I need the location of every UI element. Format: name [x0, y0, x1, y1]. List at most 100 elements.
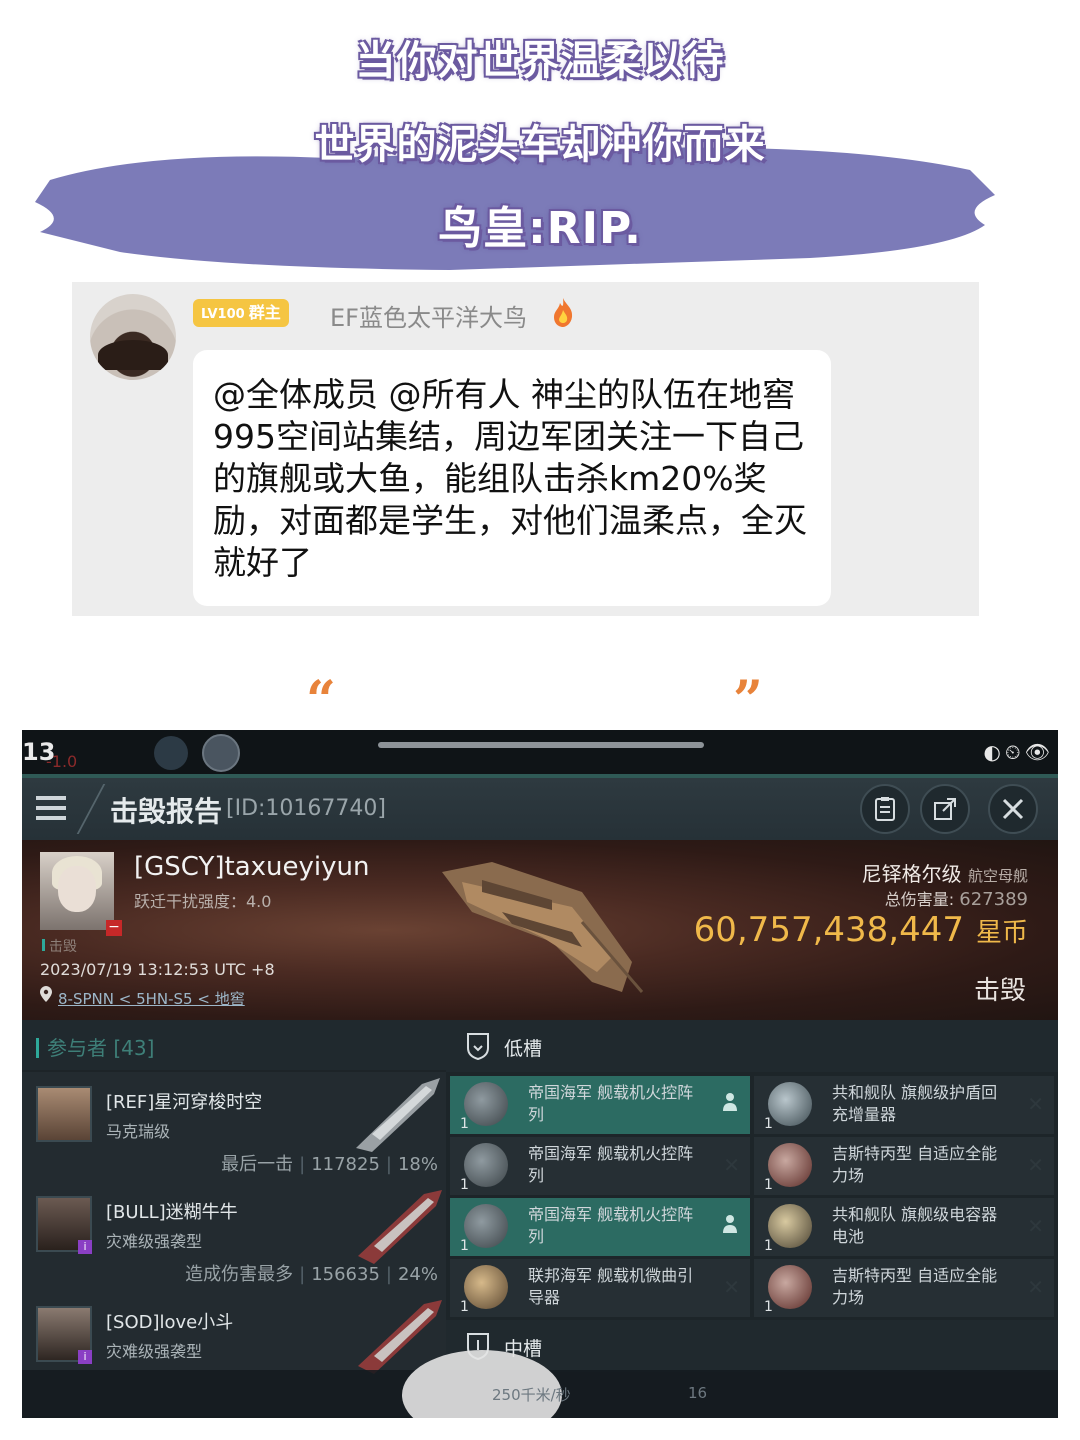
ship-thumbnail: [358, 1190, 442, 1264]
participant-ship: 灾难级强袭型: [106, 1232, 203, 1251]
open-quote: “: [306, 670, 336, 731]
status-medal-icon: [202, 734, 240, 772]
user-avatar[interactable]: [90, 294, 176, 380]
stat-damage: 117825: [311, 1154, 380, 1175]
page: 当你对世界温柔以待 世界的泥头车却冲你而来 鸟皇:RIP. LV100 群主 EF…: [0, 0, 1080, 1440]
destroyed-x-icon: ✕: [723, 1153, 740, 1177]
stat-percent: 18%: [397, 1154, 438, 1175]
menu-icon[interactable]: [36, 796, 66, 820]
participant-name: [SOD]love小斗: [106, 1312, 234, 1333]
isk-amount: 60,757,438,447: [693, 910, 964, 950]
stat-damage: 156635: [311, 1264, 380, 1285]
destroyed-x-icon: ✕: [723, 1275, 740, 1299]
game-bottom-bar: 250千米/秒 16: [22, 1350, 1058, 1418]
module-item[interactable]: 1 吉斯特丙型 自适应全能力场 ✕: [754, 1137, 1054, 1195]
location-pin-icon: [40, 986, 52, 1002]
module-qty: 1: [764, 1238, 773, 1254]
bottom-number: 16: [688, 1384, 708, 1402]
module-item[interactable]: 1 帝国海军 舰载机火控阵列 ✕: [450, 1137, 750, 1195]
drag-handle[interactable]: [378, 742, 704, 748]
module-item[interactable]: 1 吉斯特丙型 自适应全能力场 ✕: [754, 1259, 1054, 1317]
speed-readout: 250千米/秒: [492, 1386, 571, 1404]
participant-name: [REF]星河穿梭时空: [106, 1092, 263, 1113]
location-link[interactable]: 8-SPNN < 5HN-S5 < 地窖: [58, 988, 245, 1009]
low-slot-header[interactable]: 低槽: [446, 1020, 1058, 1072]
participant-row[interactable]: [REF]星河穿梭时空 马克瑞级 最后一击 | 117825 | 18%: [22, 1072, 446, 1184]
destroyed-x-icon: ✕: [1027, 1153, 1044, 1177]
module-name: 共和舰队 旗舰级护盾回充增量器: [832, 1083, 998, 1124]
module-name: 帝国海军 舰载机火控阵列: [528, 1083, 694, 1124]
title-separator: [76, 784, 106, 834]
currency: 星币: [975, 918, 1028, 948]
person-icon: [723, 1215, 737, 1233]
shield-recharger-icon: [768, 1082, 812, 1126]
module-item[interactable]: 1 帝国海军 舰载机火控阵列: [450, 1198, 750, 1256]
fire-icon: [554, 298, 573, 327]
stat-label: 最后一击: [221, 1154, 294, 1175]
ship-thumbnail: [356, 1078, 440, 1152]
capacitor-battery-icon: [768, 1204, 812, 1248]
corp-badge: i: [78, 1350, 92, 1364]
report-id[interactable]: [ID:10167740]: [226, 796, 386, 821]
module-item[interactable]: 1 共和舰队 旗舰级护盾回充增量器 ✕: [754, 1076, 1054, 1134]
victim-portrait[interactable]: [40, 852, 114, 930]
message-bubble: @全体成员 @所有人 神尘的队伍在地窖995空间站集结，周边军团关注一下自己的旗…: [193, 350, 831, 606]
module-qty: 1: [764, 1299, 773, 1315]
module-qty: 1: [460, 1299, 469, 1315]
destroyed-x-icon: ✕: [1027, 1275, 1044, 1299]
warp-strength: 跃迁干扰强度：4.0: [134, 892, 272, 911]
close-icon: [1002, 798, 1024, 820]
title-bar: 击毁报告 [ID:10167740]: [22, 778, 1058, 840]
share-button[interactable]: [920, 784, 970, 834]
participant-stat: 最后一击 | 117825 | 18%: [221, 1154, 438, 1175]
microwarp-guide-icon: [464, 1265, 508, 1309]
module-qty: 1: [460, 1238, 469, 1254]
module-name: 共和舰队 旗舰级电容器电池: [832, 1205, 998, 1246]
module-qty: 1: [460, 1116, 469, 1132]
destroyed-x-icon: ✕: [1027, 1092, 1044, 1116]
module-name: 帝国海军 舰载机火控阵列: [528, 1144, 694, 1185]
killed-tag: 击毁: [42, 936, 77, 956]
page-title: 击毁报告: [110, 795, 223, 828]
clipboard-icon: [875, 797, 895, 821]
module-name: 帝国海军 舰载机火控阵列: [528, 1205, 694, 1246]
module-item[interactable]: 1 帝国海军 舰载机火控阵列: [450, 1076, 750, 1134]
role-text: 群主: [248, 303, 281, 322]
username[interactable]: EF蓝色太平洋大鸟: [330, 298, 527, 333]
security-status: -1.0: [46, 752, 78, 771]
fighter-control-icon: [464, 1143, 508, 1187]
shield-slot-icon: [467, 1033, 489, 1060]
victim-banner: − [GSCY]taxueyiyun 跃迁干扰强度：4.0 击毁 2023/07…: [22, 840, 1058, 1020]
minus-badge: −: [106, 920, 122, 936]
adaptive-field-icon: [768, 1265, 812, 1309]
participants-title: 参与者 [43]: [36, 1032, 154, 1061]
meme-line-2: 世界的泥头车却冲你而来: [314, 122, 766, 168]
game-screenshot: 13 -1.0 ◐⏲👁 击毁报告 [ID:10167740] − [GSCY]t…: [22, 730, 1058, 1418]
fighter-control-icon: [464, 1082, 508, 1126]
kill-time: 2023/07/19 13:12:53 UTC +8: [40, 960, 275, 979]
status-icons: ◐⏲👁: [983, 740, 1054, 764]
participant-row[interactable]: i [BULL]迷糊牛牛 灾难级强袭型 造成伤害最多 | 156635 | 24%: [22, 1182, 446, 1294]
meme-line-3: 鸟皇:RIP.: [438, 203, 642, 254]
participant-ship: 马克瑞级: [106, 1122, 171, 1141]
clipboard-button[interactable]: [860, 784, 910, 834]
module-qty: 1: [764, 1116, 773, 1132]
module-item[interactable]: 1 联邦海军 舰载机微曲引导器 ✕: [450, 1259, 750, 1317]
destroyed-status: 击毁: [973, 976, 1026, 1006]
close-button[interactable]: [988, 784, 1038, 834]
victim-name[interactable]: [GSCY]taxueyiyun: [134, 852, 369, 882]
level-badge: LV100 群主: [193, 299, 289, 327]
meme-line-1: 当你对世界温柔以待: [355, 38, 725, 84]
level-text: LV100: [201, 307, 245, 322]
module-item[interactable]: 1 共和舰队 旗舰级电容器电池 ✕: [754, 1198, 1054, 1256]
stat-percent: 24%: [397, 1264, 438, 1285]
share-icon: [934, 798, 956, 820]
corp-badge: i: [78, 1240, 92, 1254]
participant-stat: 造成伤害最多 | 156635 | 24%: [185, 1264, 438, 1285]
fighter-control-icon: [464, 1204, 508, 1248]
module-name: 吉斯特丙型 自适应全能力场: [832, 1266, 998, 1307]
module-qty: 1: [764, 1177, 773, 1193]
status-avatar-icon: [154, 736, 188, 770]
participant-name: [BULL]迷糊牛牛: [106, 1202, 238, 1223]
low-slot-title: 低槽: [504, 1038, 543, 1060]
